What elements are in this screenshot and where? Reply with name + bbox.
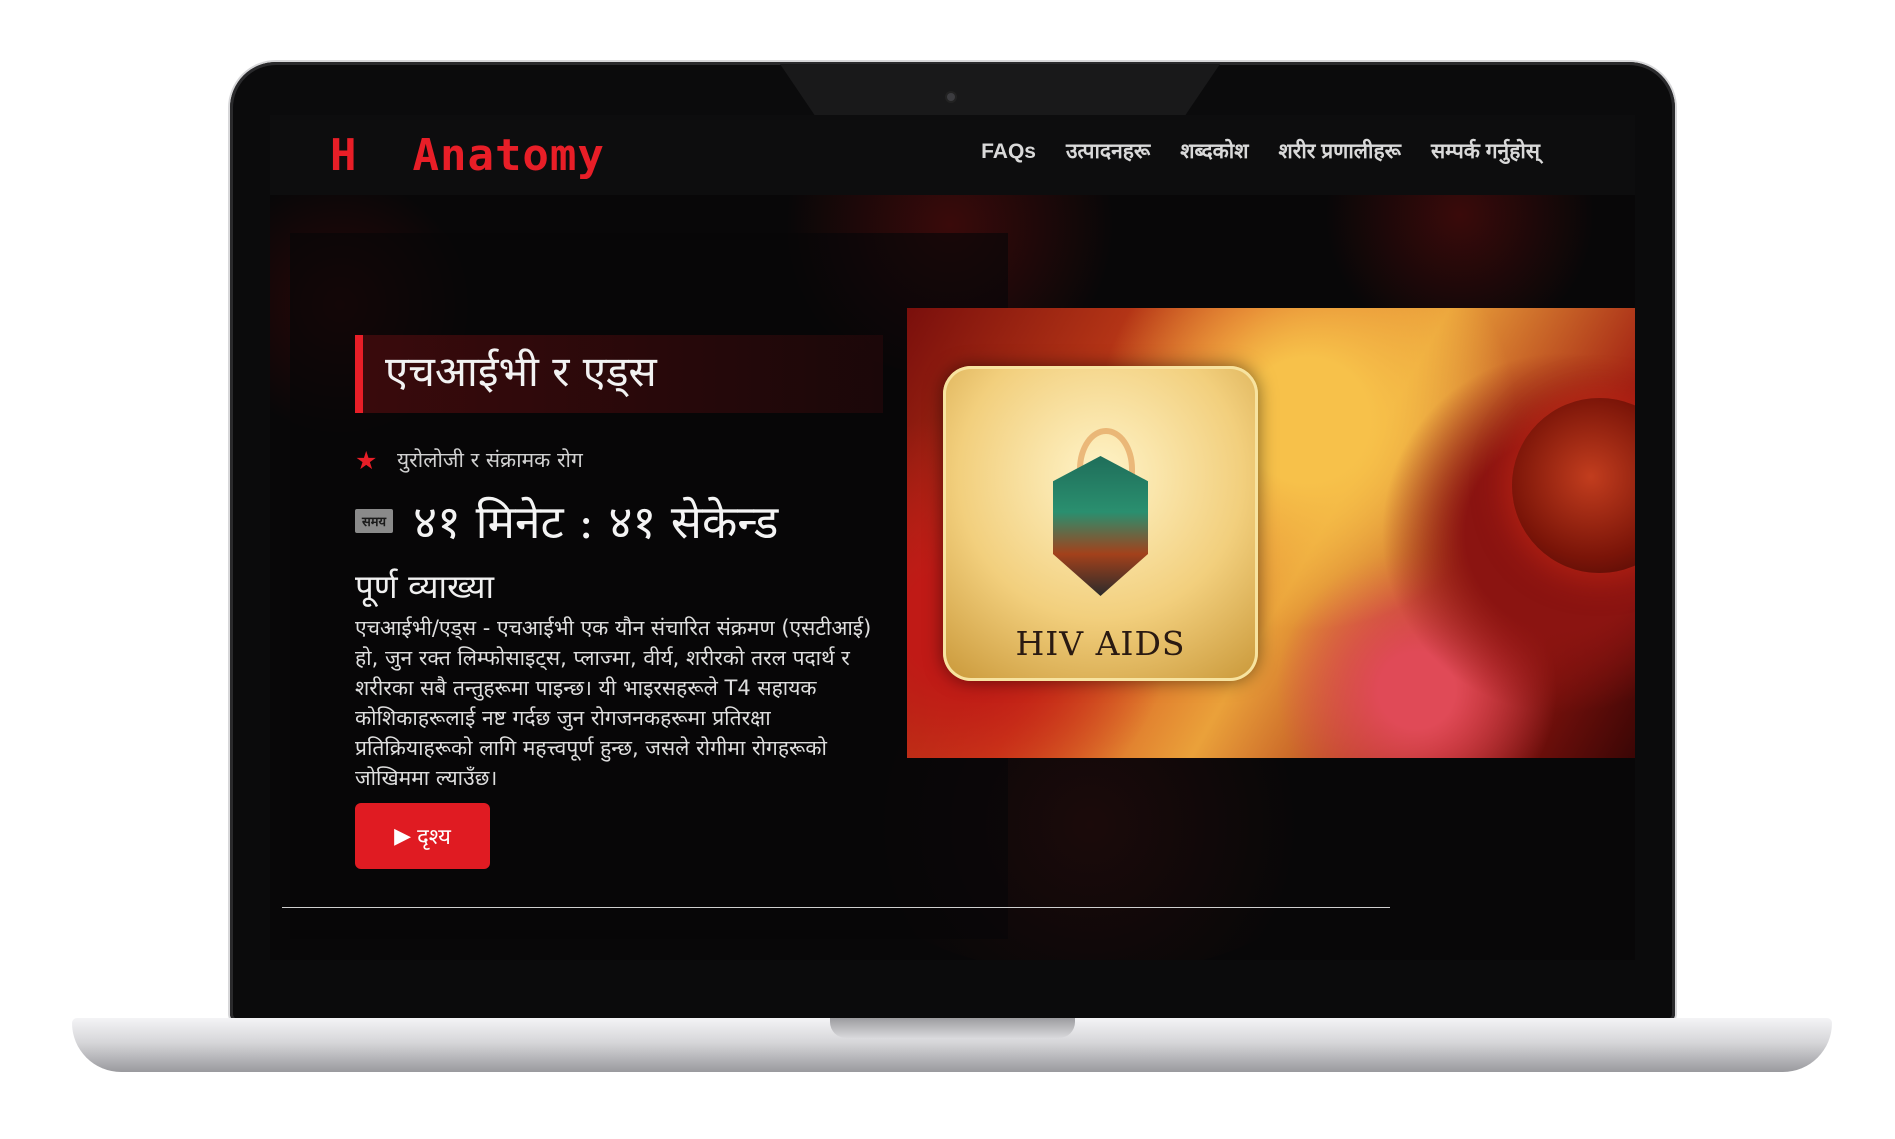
screen: H Anatomy FAQs उत्पादनहरू शब्दकोश शरीर प… [270, 115, 1635, 960]
section-divider [282, 907, 1390, 908]
poster-caption: HIV AIDS [1015, 624, 1186, 663]
category-label: युरोलोजी र संक्रामक रोग [397, 448, 583, 472]
site-logo[interactable]: H Anatomy [330, 121, 605, 191]
view-button-label: दृश्य [417, 825, 451, 850]
laptop-notch [780, 64, 1220, 116]
nav-item-glossary[interactable]: शब्दकोश [1180, 129, 1248, 175]
hiv-aids-poster: HIV AIDS [943, 366, 1258, 681]
topic-category: ★ युरोलोजी र संक्रामक रोग [355, 443, 583, 477]
navbar: H Anatomy FAQs उत्पादनहरू शब्दकोश शरीर प… [270, 115, 1635, 195]
emblem-icon [1053, 456, 1148, 596]
description-heading: पूर्ण व्याख्या [355, 567, 495, 606]
time-badge: समय [355, 509, 394, 533]
nav-item-body-systems[interactable]: शरीर प्रणालीहरू [1278, 129, 1400, 175]
laptop-base-groove [830, 1018, 1075, 1038]
nav-item-products[interactable]: उत्पादनहरू [1066, 129, 1150, 175]
nav-item-faqs[interactable]: FAQs [981, 129, 1036, 175]
topic-title-block: एचआईभी र एड्स [355, 335, 883, 413]
laptop-camera [947, 93, 955, 101]
nav-menu: FAQs उत्पादनहरू शब्दकोश शरीर प्रणालीहरू … [951, 129, 1540, 175]
duration-value: ४१ मिनेट : ४१ सेकेन्ड [413, 495, 779, 549]
description-text: एचआईभी/एड्स - एचआईभी एक यौन संचारित संक्… [355, 616, 872, 790]
nav-item-contact[interactable]: सम्पर्क गर्नुहोस् [1431, 129, 1540, 175]
duration: समय ४१ मिनेट : ४१ सेकेन्ड [355, 485, 778, 557]
play-icon: ▶ [394, 823, 412, 849]
topic-title: एचआईभी र एड्स [385, 347, 657, 396]
view-button[interactable]: ▶ दृश्य [355, 803, 490, 869]
hiv-aids-image: HIV AIDS [907, 308, 1635, 758]
star-icon: ★ [355, 445, 378, 475]
virus-illustration [1512, 398, 1635, 573]
hero-section: एचआईभी र एड्स ★ युरोलोजी र संक्रामक रोग … [270, 195, 1635, 960]
